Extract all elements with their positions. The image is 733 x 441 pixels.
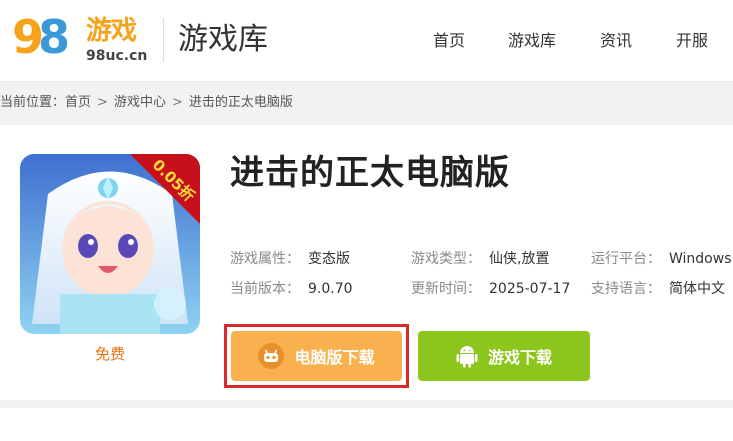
attr-game-property: 游戏属性： 变态版 xyxy=(230,249,350,269)
attr-platform: 运行平台： Windows xyxy=(591,249,732,269)
game-title: 进击的正太电脑版 xyxy=(230,153,510,193)
site-logo[interactable]: 98 游戏 98uc.cn xyxy=(10,8,150,68)
header-divider xyxy=(163,18,164,62)
attr-game-type: 游戏类型： 仙侠,放置 xyxy=(411,249,549,269)
breadcrumb-label: 当前位置： xyxy=(0,95,66,110)
attr-key: 游戏属性： xyxy=(230,251,300,267)
logo-number: 98 xyxy=(12,10,70,64)
game-icon-art: 0.05折 xyxy=(20,154,200,334)
section-title: 游戏库 xyxy=(178,22,268,57)
attr-key: 游戏类型： xyxy=(411,251,481,267)
attr-key: 更新时间： xyxy=(411,281,481,297)
price-tag: 免费 xyxy=(94,345,125,363)
attr-value: 简体中文 xyxy=(669,281,725,297)
attr-language: 支持语言： 简体中文 xyxy=(591,279,725,299)
breadcrumb-separator: > xyxy=(171,95,183,110)
attr-key: 支持语言： xyxy=(591,281,661,297)
attr-value: 9.0.70 xyxy=(308,281,353,297)
pc-download-label: 电脑版下载 xyxy=(294,348,375,367)
breadcrumb: 当前位置：首页 > 游戏中心 > 进击的正太电脑版 xyxy=(0,92,293,114)
game-download-button[interactable]: 游戏下载 xyxy=(418,331,590,381)
breadcrumb-separator: > xyxy=(97,95,108,110)
breadcrumb-current[interactable]: 进击的正太电脑版 xyxy=(189,92,293,114)
lower-content-panel xyxy=(0,408,733,441)
breadcrumb-home[interactable]: 首页 xyxy=(65,92,91,114)
attr-version: 当前版本： 9.0.70 xyxy=(230,279,353,299)
attr-value: 2025-07-17 xyxy=(489,281,571,297)
attr-key: 运行平台： xyxy=(591,251,661,267)
breadcrumb-game-center[interactable]: 游戏中心 xyxy=(114,92,166,114)
logo-domain: 98uc.cn xyxy=(86,48,148,64)
attr-key: 当前版本： xyxy=(230,281,300,297)
android-icon xyxy=(456,344,478,368)
site-header: 98 游戏 98uc.cn 游戏库 首页 游戏库 资讯 开服 xyxy=(0,0,733,82)
attr-update-time: 更新时间： 2025-07-17 xyxy=(411,279,570,299)
nav-game-library[interactable]: 游戏库 xyxy=(508,30,556,52)
game-download-label: 游戏下载 xyxy=(487,348,552,367)
logo-brand-text: 游戏 xyxy=(86,16,137,46)
attr-value: Windows xyxy=(669,251,732,267)
pc-download-button[interactable]: 电脑版下载 xyxy=(231,331,402,381)
nav-home[interactable]: 首页 xyxy=(433,30,465,52)
robot-icon xyxy=(258,343,285,369)
attr-value: 仙侠,放置 xyxy=(489,251,550,267)
game-icon[interactable]: 0.05折 xyxy=(20,154,200,334)
nav-server[interactable]: 开服 xyxy=(676,30,708,52)
attr-value: 变态版 xyxy=(308,251,350,267)
nav-news[interactable]: 资讯 xyxy=(600,30,632,52)
